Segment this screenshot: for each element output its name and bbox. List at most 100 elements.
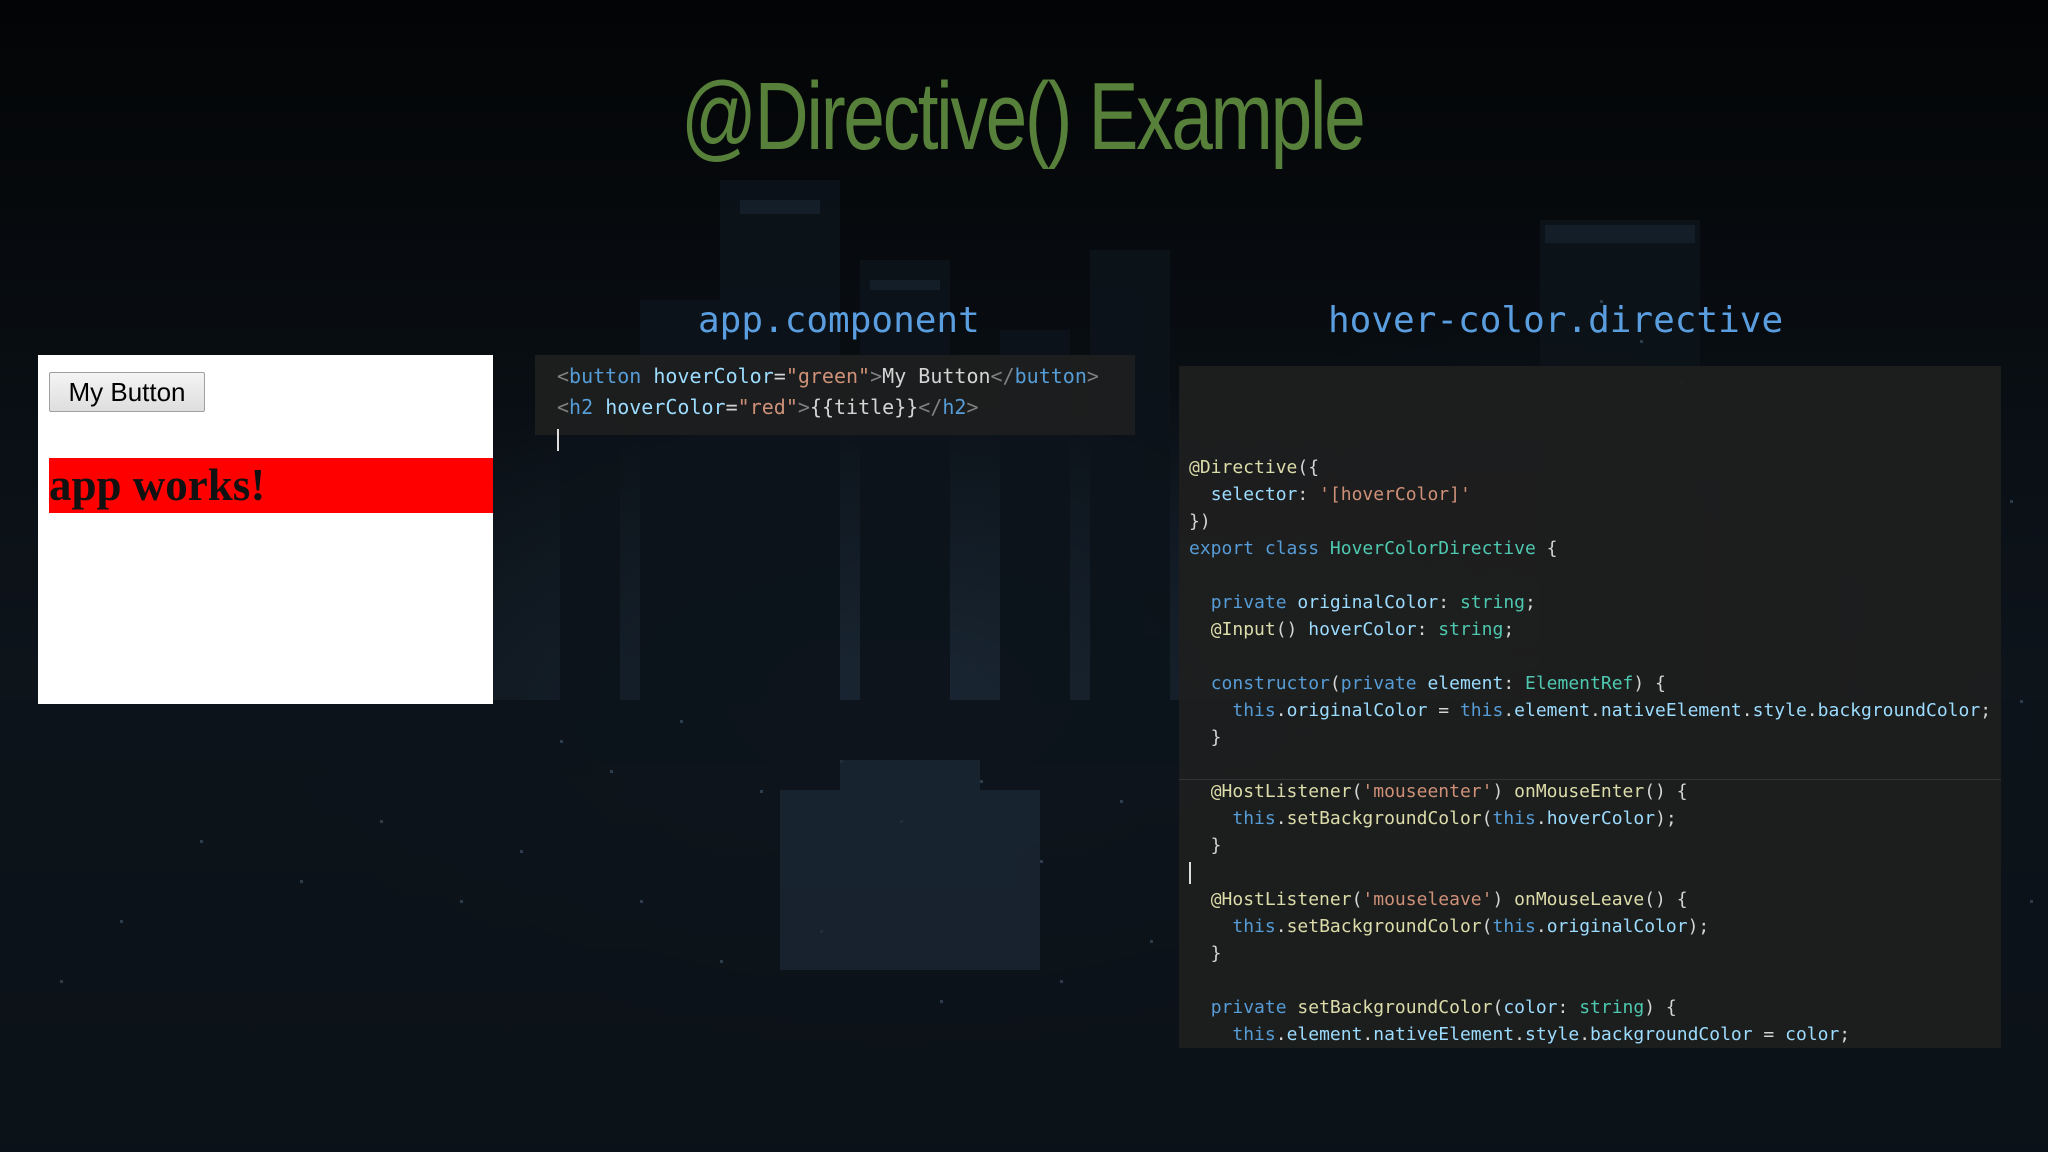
code-token: @Input <box>1210 619 1276 640</box>
code-token: . <box>1275 700 1287 721</box>
code-token: . <box>1503 700 1515 721</box>
code-token: </ <box>990 364 1015 388</box>
app-component-heading: app.component <box>698 300 980 341</box>
code-token: nativeElement <box>1373 1024 1515 1045</box>
code-token: setBackgroundColor <box>1286 808 1482 829</box>
code-token: : <box>1438 592 1460 613</box>
browser-preview: My Button app works! <box>38 355 493 704</box>
code-token: ( <box>1351 889 1363 910</box>
code-token: > <box>797 395 810 419</box>
code-token: button <box>1014 364 1087 388</box>
code-token: this <box>1492 808 1536 829</box>
code-token: this <box>1459 700 1504 721</box>
code-token: > <box>966 395 979 419</box>
directive-code[interactable]: @Directive({ selector: '[hoverColor]'}) e… <box>1179 366 2001 1048</box>
code-token: class <box>1264 538 1320 559</box>
code-token: hoverColor <box>1546 808 1656 829</box>
code-token: selector <box>1210 484 1298 505</box>
app-component-code[interactable]: <button hoverColor="green">My Button</bu… <box>535 355 1135 451</box>
code-line: this.originalColor = this.element.native… <box>1189 697 2001 724</box>
code-token: > <box>870 364 883 388</box>
code-token: () { <box>1644 781 1688 802</box>
code-token: hoverColor <box>653 364 774 388</box>
code-token: ) { <box>1633 673 1666 694</box>
code-token: > <box>1086 364 1099 388</box>
text-caret <box>1189 862 1191 884</box>
code-line <box>557 423 1135 454</box>
code-token: </ <box>918 395 943 419</box>
code-line: } <box>1189 940 2001 967</box>
code-token: . <box>1362 1024 1374 1045</box>
code-token: () { <box>1644 889 1688 910</box>
code-token: string <box>1459 592 1525 613</box>
my-button[interactable]: My Button <box>49 372 205 412</box>
code-token: @Directive <box>1189 457 1298 478</box>
code-token: backgroundColor <box>1817 700 1981 721</box>
code-token: }) <box>1189 511 1211 532</box>
code-token: setBackgroundColor <box>1297 997 1493 1018</box>
code-token: element <box>1514 700 1591 721</box>
code-token: @HostListener <box>1210 889 1352 910</box>
code-token: . <box>1806 700 1818 721</box>
code-token: = <box>725 395 738 419</box>
code-token: originalColor <box>1297 592 1439 613</box>
code-token: < <box>557 364 570 388</box>
code-token: ( <box>1329 673 1341 694</box>
code-token: style <box>1525 1024 1580 1045</box>
current-line-highlight <box>1179 779 2001 780</box>
code-token: onMouseLeave <box>1514 889 1645 910</box>
code-token: private <box>1340 673 1417 694</box>
code-token: } <box>1189 835 1222 856</box>
code-line <box>1189 859 2001 886</box>
code-token: string <box>1438 619 1504 640</box>
code-token: . <box>1275 808 1287 829</box>
code-token: () <box>1275 619 1309 640</box>
code-token: : <box>1416 619 1439 640</box>
code-line: private originalColor: string; <box>1189 589 2001 616</box>
code-token: h2 <box>569 395 594 419</box>
code-token: ) <box>1492 781 1515 802</box>
code-line: @HostListener('mouseleave') onMouseLeave… <box>1189 886 2001 913</box>
code-token: = <box>1752 1024 1786 1045</box>
code-token: : <box>1503 673 1525 694</box>
code-token: ; <box>1839 1024 1851 1045</box>
app-works-heading[interactable]: app works! <box>49 458 493 513</box>
code-token: onMouseEnter <box>1514 781 1645 802</box>
code-token: : <box>1557 997 1580 1018</box>
code-token: hoverColor <box>605 395 726 419</box>
code-token: this <box>1232 700 1276 721</box>
code-token: this <box>1232 808 1276 829</box>
code-line: <h2 hoverColor="red">{{title}}</h2> <box>557 392 1135 423</box>
code-line: @Directive({ <box>1189 454 2001 481</box>
code-token: @HostListener <box>1210 781 1352 802</box>
code-token: color <box>1785 1024 1840 1045</box>
code-token: = <box>773 364 786 388</box>
code-token: backgroundColor <box>1590 1024 1753 1045</box>
code-line: private setBackgroundColor(color: string… <box>1189 994 2001 1021</box>
code-token: 'mouseleave' <box>1362 889 1493 910</box>
code-token: . <box>1579 1024 1591 1045</box>
code-line: } <box>1189 724 2001 751</box>
code-token: ) <box>1492 889 1515 910</box>
code-token: h2 <box>942 395 967 419</box>
code-token: style <box>1752 700 1807 721</box>
code-token: ) { <box>1644 997 1677 1018</box>
code-token: ; <box>1525 592 1536 613</box>
code-token: ( <box>1481 916 1493 937</box>
code-token: = <box>1427 700 1460 721</box>
